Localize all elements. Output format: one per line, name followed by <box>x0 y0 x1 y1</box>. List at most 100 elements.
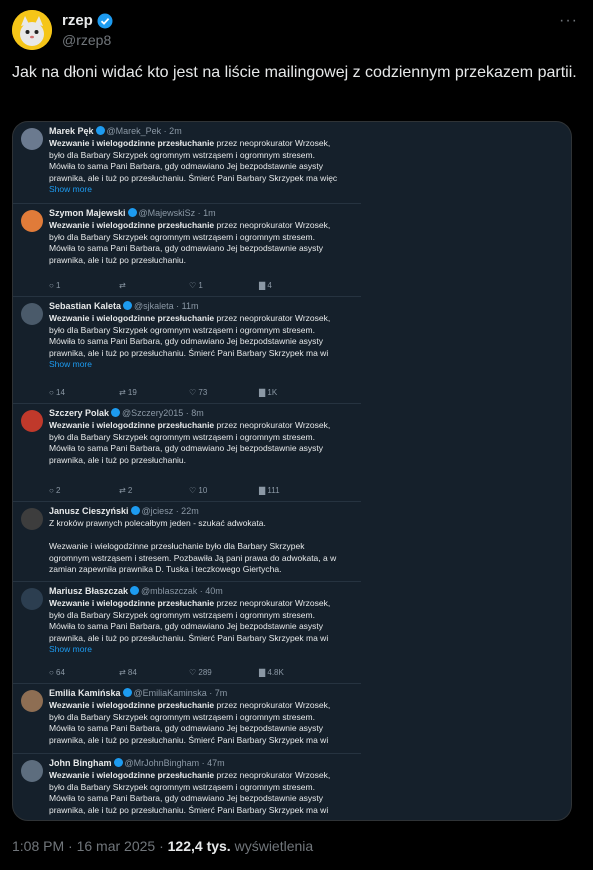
embedded-stat: ♡ 10 <box>189 486 208 495</box>
embedded-stat: ⇄ 19 <box>119 388 137 397</box>
embedded-tweet-card: Janusz Cieszyński @jciesz · 22m Z kroków p… <box>13 502 361 582</box>
embedded-tweet-card: Marek Pęk @Marek_Pek · 2m Wezwanie i wielo… <box>13 122 361 204</box>
verified-badge-icon <box>113 758 123 767</box>
embedded-tweet-header: John Bingham @MrJohnBingham · 47m <box>49 758 225 768</box>
embedded-tweet-header: Emilia Kamińska @EmiliaKaminska · 7m <box>49 688 227 698</box>
embedded-stats: ○ 2 ⇄ 2 ♡ 10 ▇ 111 <box>49 486 329 495</box>
embedded-stat: ○ 1 <box>49 281 61 290</box>
embedded-tweet-bold: Wezwanie i wielogodzinne przesłuchanie <box>49 700 215 710</box>
verified-badge-icon <box>130 506 140 515</box>
embedded-tweet-text: Wezwanie i wielogodzinne przesłuchanie p… <box>49 220 357 266</box>
views-count: 122,4 tys. <box>167 838 231 854</box>
embedded-tweet-card: John Bingham @MrJohnBingham · 47m Wezwanie… <box>13 754 361 820</box>
embedded-meta: @Marek_Pek · 2m <box>106 126 182 136</box>
embedded-author-name: Marek Pęk <box>49 126 94 136</box>
post-timestamp[interactable]: 1:08 PM · 16 mar 2025 · <box>12 838 168 854</box>
embedded-avatar <box>21 588 43 610</box>
embedded-meta: @sjkaleta · 11m <box>134 301 199 311</box>
embedded-author-name: Sebastian Kaleta <box>49 301 122 311</box>
embedded-avatar <box>21 410 43 432</box>
embedded-meta: @EmiliaKaminska · 7m <box>133 688 228 698</box>
embedded-author-name: Szymon Majewski <box>49 208 126 218</box>
embedded-tweet-text: Z kroków prawnych polecałbym jeden - szu… <box>49 518 357 576</box>
embedded-tweet-text: Wezwanie i wielogodzinne przesłuchanie p… <box>49 598 357 656</box>
attached-image[interactable]: Marek Pęk @Marek_Pek · 2m Wezwanie i wielo… <box>12 121 572 821</box>
more-options-icon[interactable]: ··· <box>559 12 578 30</box>
embedded-stat: ▇ 111 <box>259 486 280 495</box>
author-handle[interactable]: @rzep8 <box>62 32 111 48</box>
author-name[interactable]: rzep <box>62 12 93 29</box>
embedded-meta: @mblaszczak · 40m <box>141 586 223 596</box>
embedded-tweet-header: Marek Pęk @Marek_Pek · 2m <box>49 126 182 136</box>
verified-badge-icon <box>130 586 140 595</box>
embedded-stat: ♡ 289 <box>189 668 212 677</box>
embedded-author-name: Emilia Kamińska <box>49 688 121 698</box>
embedded-stat: ⇄ 84 <box>119 668 137 677</box>
verified-badge-icon <box>97 13 113 28</box>
embedded-tweet-card: Mariusz Błaszczak @mblaszczak · 40m Wezwan… <box>13 582 361 684</box>
embedded-avatar <box>21 508 43 530</box>
embedded-tweet-bold: Wezwanie i wielogodzinne przesłuchanie <box>49 220 215 230</box>
embedded-tweet-card: Emilia Kamińska @EmiliaKaminska · 7m Wezwa… <box>13 684 361 754</box>
embedded-tweet-text: Wezwanie i wielogodzinne przesłuchanie p… <box>49 420 357 466</box>
embedded-avatar <box>21 303 43 325</box>
embedded-meta: @jciesz · 22m <box>141 506 199 516</box>
embedded-stat: ▇ 4.8K <box>259 668 284 677</box>
verified-badge-icon <box>127 208 137 217</box>
embedded-author-name: Mariusz Błaszczak <box>49 586 129 596</box>
embedded-stat: ⇄ <box>119 281 126 290</box>
verified-badge-icon <box>95 126 105 135</box>
embedded-tweet-card: Szymon Majewski @MajewskiSz · 1m Wezwanie … <box>13 204 361 297</box>
embedded-author-name: Janusz Cieszyński <box>49 506 129 516</box>
embedded-tweet-text: Wezwanie i wielogodzinne przesłuchanie p… <box>49 138 357 196</box>
cat-avatar-icon <box>12 10 52 50</box>
embedded-tweet-bold: Wezwanie i wielogodzinne przesłuchanie <box>49 138 215 148</box>
embedded-tweet-card: Sebastian Kaleta @sjkaleta · 11m Wezwanie … <box>13 297 361 404</box>
embedded-tweet-text: Wezwanie i wielogodzinne przesłuchanie p… <box>49 770 357 816</box>
embedded-tweet-bold: Wezwanie i wielogodzinne przesłuchanie <box>49 770 215 780</box>
show-more-link: Show more <box>49 184 92 195</box>
embedded-avatar <box>21 210 43 232</box>
embedded-tweet-header: Szymon Majewski @MajewskiSz · 1m <box>49 208 216 218</box>
show-more-link: Show more <box>49 644 92 655</box>
tweet-footer: 1:08 PM · 16 mar 2025 · 122,4 tys. wyświ… <box>12 838 313 854</box>
embedded-stat: ▇ 4 <box>259 281 272 290</box>
avatar[interactable] <box>12 10 52 50</box>
embedded-stat: ○ 14 <box>49 388 65 397</box>
embedded-stat: ○ 64 <box>49 668 65 677</box>
embedded-stat: ♡ 73 <box>189 388 208 397</box>
embedded-meta: @MrJohnBingham · 47m <box>124 758 225 768</box>
embedded-stat: ♡ 1 <box>189 281 203 290</box>
embedded-tweet-body: Z kroków prawnych polecałbym jeden - szu… <box>49 518 337 575</box>
embedded-stat: ▇ 1K <box>259 388 278 397</box>
embedded-avatar <box>21 128 43 150</box>
embedded-tweet-header: Szczery Polak @Szczery2015 · 8m <box>49 408 204 418</box>
embedded-tweet-bold: Wezwanie i wielogodzinne przesłuchanie <box>49 420 215 430</box>
embedded-tweet-header: Mariusz Błaszczak @mblaszczak · 40m <box>49 586 223 596</box>
embedded-avatar <box>21 690 43 712</box>
verified-badge-icon <box>123 301 133 310</box>
embedded-avatar <box>21 760 43 782</box>
views-label: wyświetlenia <box>230 838 314 854</box>
tweet-header: rzep @rzep8 ··· <box>12 10 582 54</box>
show-more-link: Show more <box>49 359 92 370</box>
verified-badge-icon <box>122 688 132 697</box>
embedded-tweet-bold: Wezwanie i wielogodzinne przesłuchanie <box>49 313 215 323</box>
embedded-meta: @MajewskiSz · 1m <box>138 208 216 218</box>
embedded-tweet-card: Szczery Polak @Szczery2015 · 8m Wezwanie i… <box>13 404 361 502</box>
embedded-tweet-text: Wezwanie i wielogodzinne przesłuchanie p… <box>49 700 357 746</box>
embedded-tweet-text: Wezwanie i wielogodzinne przesłuchanie p… <box>49 313 357 371</box>
embedded-tweet-header: Janusz Cieszyński @jciesz · 22m <box>49 506 199 516</box>
embedded-stat: ⇄ 2 <box>119 486 133 495</box>
embedded-stats: ○ 14 ⇄ 19 ♡ 73 ▇ 1K <box>49 388 329 397</box>
embedded-stats: ○ 64 ⇄ 84 ♡ 289 ▇ 4.8K <box>49 668 329 677</box>
embedded-author-name: Szczery Polak <box>49 408 110 418</box>
tweet-text: Jak na dłoni widać kto jest na liście ma… <box>12 64 577 81</box>
verified-badge-icon <box>111 408 121 417</box>
embedded-meta: @Szczery2015 · 8m <box>122 408 204 418</box>
embedded-stat: ○ 2 <box>49 486 61 495</box>
embedded-stats: ○ 1 ⇄ ♡ 1 ▇ 4 <box>49 281 329 290</box>
embedded-author-name: John Bingham <box>49 758 112 768</box>
embedded-tweet-header: Sebastian Kaleta @sjkaleta · 11m <box>49 301 199 311</box>
embedded-tweet-bold: Wezwanie i wielogodzinne przesłuchanie <box>49 598 215 608</box>
